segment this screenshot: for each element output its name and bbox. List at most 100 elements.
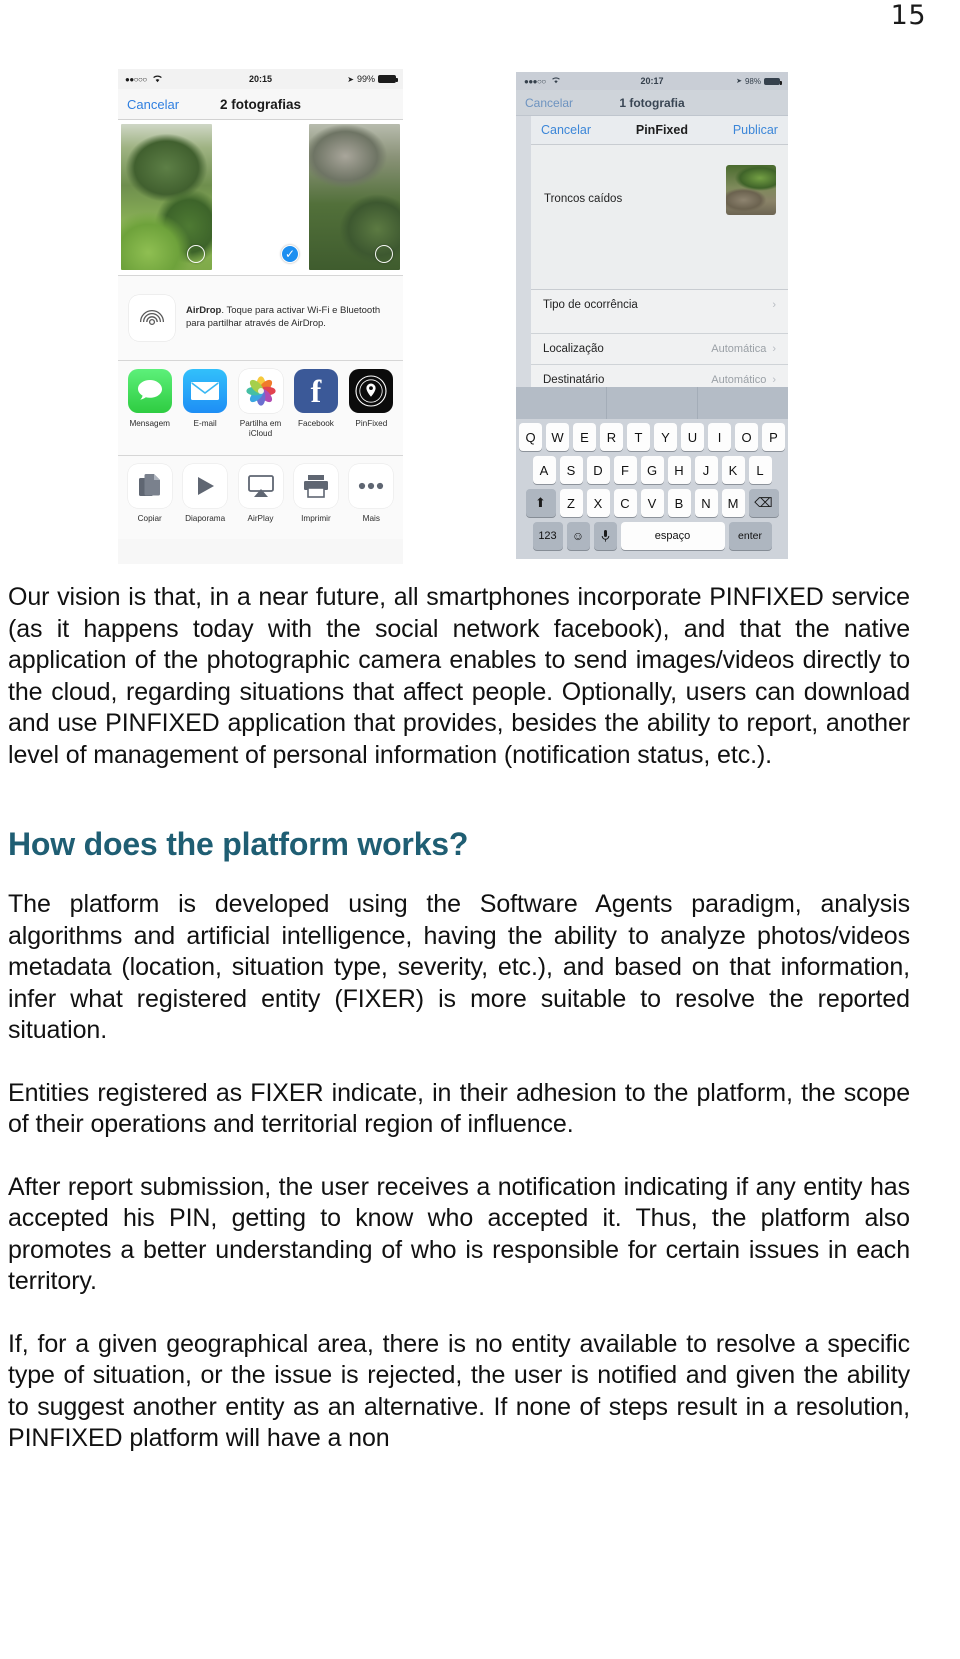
microphone-key[interactable] bbox=[593, 522, 617, 550]
key-d[interactable]: D bbox=[586, 456, 610, 484]
action-mais[interactable]: Mais bbox=[344, 464, 399, 533]
key-v[interactable]: V bbox=[640, 489, 664, 517]
paragraph-1: Our vision is that, in a near future, al… bbox=[8, 583, 910, 769]
battery-percent: 98% bbox=[744, 76, 761, 86]
key-o[interactable]: O bbox=[735, 423, 758, 451]
key-p[interactable]: P bbox=[762, 423, 785, 451]
share-target-email[interactable]: E-mail bbox=[177, 369, 232, 448]
key-r[interactable]: R bbox=[600, 423, 623, 451]
left-nav-bar: Cancelar 2 fotografias bbox=[118, 89, 403, 120]
key-a[interactable]: A bbox=[532, 456, 556, 484]
form-row-localizacao[interactable]: Localização Automática › bbox=[531, 334, 788, 365]
form-label: Tipo de ocorrência bbox=[543, 299, 638, 311]
location-arrow-icon: ➤ bbox=[347, 74, 354, 84]
action-label: Imprimir bbox=[301, 514, 331, 523]
share-target-label: PinFixed bbox=[355, 419, 388, 428]
shift-key[interactable]: ⬆ bbox=[525, 489, 556, 517]
keyboard-row-1: Q W E R T Y U I O P bbox=[518, 423, 786, 451]
key-k[interactable]: K bbox=[721, 456, 745, 484]
emoji-key[interactable]: ☺ bbox=[566, 522, 590, 550]
backspace-key[interactable]: ⌫ bbox=[748, 489, 779, 517]
key-l[interactable]: L bbox=[748, 456, 772, 484]
share-target-label: Facebook bbox=[297, 419, 334, 428]
page-number: 15 bbox=[890, 0, 926, 31]
form-label: Destinatário bbox=[543, 374, 605, 386]
chevron-right-icon: › bbox=[772, 343, 776, 355]
action-imprimir[interactable]: Imprimir bbox=[288, 464, 343, 533]
share-app-row: Mensagem E-mail Partilha em iCloud f Fac… bbox=[118, 361, 403, 455]
copy-icon bbox=[127, 464, 172, 508]
share-target-mensagem[interactable]: Mensagem bbox=[122, 369, 177, 448]
battery-percent: 99% bbox=[356, 74, 375, 84]
compose-cancel-button[interactable]: Cancelar bbox=[541, 123, 591, 137]
keyboard-row-2: A S D F G H J K L bbox=[518, 456, 786, 484]
right-phone-screenshot: ●●●○○ 20:17 ➤ 98% Cancelar 1 fotografia … bbox=[516, 72, 788, 559]
airdrop-row[interactable]: AirDrop. Toque para activar Wi-Fi e Blue… bbox=[118, 276, 403, 360]
compose-title: PinFixed bbox=[635, 123, 688, 137]
photo-thumbnail[interactable]: ✓ bbox=[215, 124, 306, 270]
key-t[interactable]: T bbox=[627, 423, 650, 451]
photo-thumbnail[interactable] bbox=[121, 124, 212, 270]
action-copiar[interactable]: Copiar bbox=[122, 464, 177, 533]
under-nav-bar: Cancelar 1 fotografia bbox=[516, 90, 788, 116]
action-diaporama[interactable]: Diaporama bbox=[177, 464, 232, 533]
figure-screenshots: ●●○○○ 20:15 ➤ 99% Cancelar 2 fotografias… bbox=[0, 60, 960, 570]
messages-icon bbox=[127, 369, 172, 413]
key-x[interactable]: X bbox=[586, 489, 610, 517]
section-heading: How does the platform works? bbox=[8, 826, 469, 862]
document-content: Our vision is that, in a near future, al… bbox=[8, 582, 910, 1455]
select-circle-icon[interactable] bbox=[187, 245, 205, 263]
paragraph-3: Entities registered as FIXER indicate, i… bbox=[8, 1078, 910, 1139]
key-w[interactable]: W bbox=[546, 423, 569, 451]
key-u[interactable]: U bbox=[681, 423, 704, 451]
form-row-tipo-ocorrencia[interactable]: Tipo de ocorrência › bbox=[531, 290, 788, 334]
key-g[interactable]: G bbox=[640, 456, 664, 484]
key-s[interactable]: S bbox=[559, 456, 583, 484]
location-arrow-icon: ➤ bbox=[736, 78, 742, 85]
key-m[interactable]: M bbox=[721, 489, 745, 517]
key-z[interactable]: Z bbox=[559, 489, 583, 517]
action-label: AirPlay bbox=[247, 514, 274, 523]
form-label: Localização bbox=[543, 343, 604, 355]
key-q[interactable]: Q bbox=[519, 423, 542, 451]
cancel-button[interactable]: Cancelar bbox=[127, 97, 179, 112]
status-time: 20:17 bbox=[640, 76, 664, 86]
paragraph-4: After report submission, the user receiv… bbox=[8, 1172, 910, 1296]
key-c[interactable]: C bbox=[613, 489, 637, 517]
space-key[interactable]: espaço bbox=[620, 522, 725, 550]
keyboard-row-4: 123 ☺ espaço enter bbox=[518, 522, 786, 550]
facebook-icon: f bbox=[293, 369, 338, 413]
publish-button[interactable]: Publicar bbox=[733, 123, 778, 137]
key-j[interactable]: J bbox=[694, 456, 718, 484]
numbers-key[interactable]: 123 bbox=[532, 522, 563, 550]
predictive-bar[interactable] bbox=[516, 387, 788, 419]
share-target-facebook[interactable]: f Facebook bbox=[288, 369, 343, 448]
airdrop-label: AirDrop bbox=[186, 305, 222, 317]
key-f[interactable]: F bbox=[613, 456, 637, 484]
enter-key[interactable]: enter bbox=[728, 522, 772, 550]
compose-nav-bar: Cancelar PinFixed Publicar bbox=[531, 116, 788, 145]
action-label: Mais bbox=[362, 514, 380, 523]
action-airplay[interactable]: AirPlay bbox=[233, 464, 288, 533]
action-row: Copiar Diaporama AirPlay Imprimir Mais bbox=[118, 455, 403, 539]
paragraph-5: If, for a given geographical area, there… bbox=[8, 1329, 910, 1453]
share-target-icloud[interactable]: Partilha em iCloud bbox=[233, 369, 288, 448]
airplay-icon bbox=[238, 464, 283, 508]
printer-icon bbox=[293, 464, 338, 508]
key-e[interactable]: E bbox=[573, 423, 596, 451]
selected-check-icon[interactable]: ✓ bbox=[281, 245, 299, 263]
photo-thumbnail[interactable] bbox=[309, 124, 400, 270]
key-b[interactable]: B bbox=[667, 489, 691, 517]
compose-text-input[interactable]: Troncos caídos bbox=[544, 193, 622, 205]
attached-photo-thumbnail[interactable] bbox=[726, 165, 776, 215]
select-circle-icon[interactable] bbox=[375, 245, 393, 263]
left-phone-screenshot: ●●○○○ 20:15 ➤ 99% Cancelar 2 fotografias… bbox=[118, 69, 403, 564]
share-target-pinfixed[interactable]: PinFixed bbox=[344, 369, 399, 448]
signal-dots-icon: ●●●○○ bbox=[524, 76, 546, 86]
wifi-icon bbox=[551, 76, 561, 86]
key-i[interactable]: I bbox=[708, 423, 731, 451]
key-h[interactable]: H bbox=[667, 456, 691, 484]
key-y[interactable]: Y bbox=[654, 423, 677, 451]
key-n[interactable]: N bbox=[694, 489, 718, 517]
signal-dots-icon: ●●○○○ bbox=[125, 74, 147, 84]
